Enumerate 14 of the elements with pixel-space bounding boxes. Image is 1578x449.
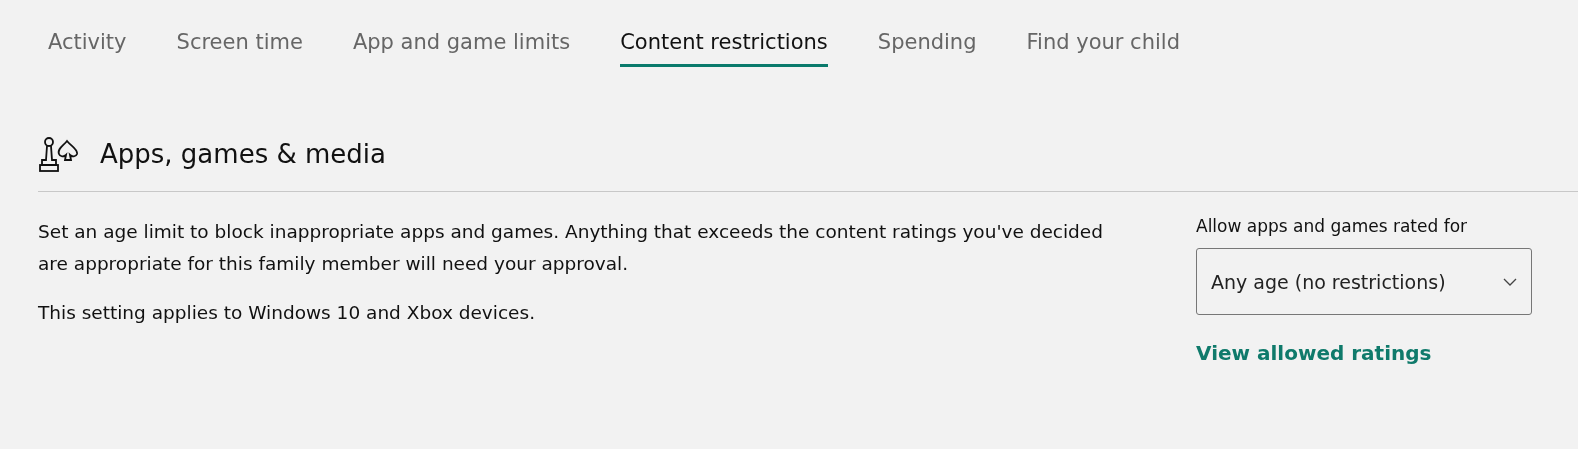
tab[interactable]: Content restrictions bbox=[620, 22, 828, 67]
pawn-and-spade-icon bbox=[38, 135, 78, 173]
tab[interactable]: Activity bbox=[48, 22, 127, 67]
view-ratings-link[interactable]: View allowed ratings bbox=[1196, 341, 1532, 365]
age-limit-label: Allow apps and games rated for bbox=[1196, 216, 1469, 236]
description-text: This setting applies to Windows 10 and Xbox devices. bbox=[38, 301, 536, 325]
chevron-down-icon bbox=[1503, 277, 1517, 286]
tab[interactable]: Spending bbox=[877, 22, 977, 67]
tab[interactable]: Find your child bbox=[1026, 22, 1180, 67]
tab[interactable]: Screen time bbox=[176, 22, 303, 67]
age-limit-dropdown[interactable]: Any age (no restrictions) bbox=[1196, 248, 1532, 315]
section-title: Apps, games & media bbox=[100, 139, 386, 169]
description-text: Set an age limit to block inappropriate apps and games. Anything that exceeds the content ratings you've decided are appropriate for this family member will need your approval. bbox=[38, 220, 1104, 276]
tab[interactable]: App and game limits bbox=[352, 22, 571, 67]
